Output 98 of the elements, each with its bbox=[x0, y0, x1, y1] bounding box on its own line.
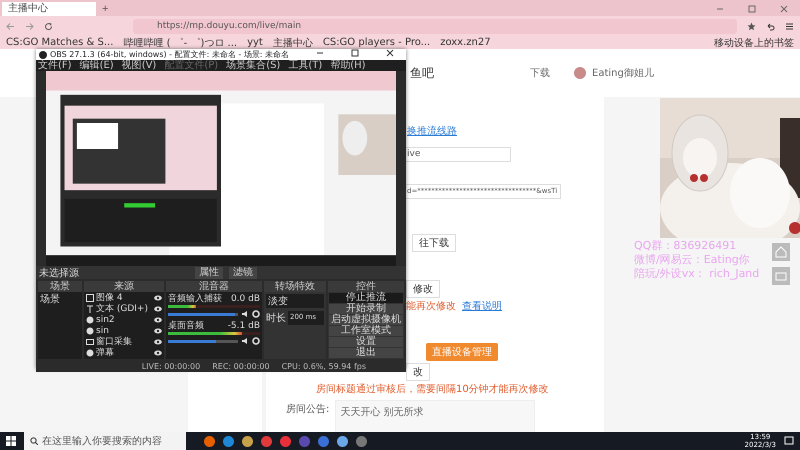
dock-title: 混音器 bbox=[166, 281, 262, 292]
overlay-text: QQ群：836926491 bbox=[634, 239, 738, 253]
undo-icon[interactable] bbox=[766, 22, 775, 30]
bookmark-link[interactable]: 主播中心 bbox=[272, 36, 313, 50]
source-item[interactable]: 窗口采集 bbox=[84, 336, 164, 347]
bookmark-link[interactable]: yyt bbox=[247, 37, 263, 48]
status-text: LIVE: 00:00:00 bbox=[142, 361, 200, 372]
menu-icon[interactable] bbox=[785, 22, 794, 30]
eye-icon[interactable] bbox=[154, 294, 162, 300]
control-button[interactable]: 开始录制 bbox=[329, 304, 403, 314]
menu-item[interactable]: 编辑(E) bbox=[80, 60, 114, 71]
address-bar[interactable]: https://mp.douyu.com/live/main bbox=[133, 18, 737, 34]
user-name[interactable]: Eating御姐儿 bbox=[592, 66, 654, 80]
speaker-icon[interactable] bbox=[241, 310, 249, 318]
settings-icon[interactable] bbox=[252, 310, 260, 318]
app-icon[interactable] bbox=[261, 436, 272, 446]
screen-icon bbox=[775, 270, 787, 282]
app-icon[interactable] bbox=[318, 436, 329, 446]
bookmark-link[interactable]: zoxx.zn27 bbox=[440, 37, 491, 48]
route-link[interactable]: 换推流线路 bbox=[407, 124, 457, 138]
eye-icon[interactable] bbox=[154, 350, 162, 356]
image-icon bbox=[86, 294, 94, 302]
app-icon[interactable] bbox=[280, 436, 291, 446]
source-item[interactable]: 图像 4 bbox=[84, 292, 164, 303]
text-icon bbox=[86, 304, 94, 312]
menu-item[interactable]: 视图(V) bbox=[122, 60, 156, 71]
avatar-icon[interactable] bbox=[574, 67, 586, 79]
app-icon[interactable] bbox=[204, 436, 215, 446]
start-icon[interactable] bbox=[6, 436, 16, 446]
eye-icon[interactable] bbox=[154, 338, 162, 344]
app-icon[interactable] bbox=[356, 436, 367, 446]
no-source-label: 未选择源 bbox=[39, 266, 79, 280]
menu-item[interactable]: 工具(T) bbox=[288, 60, 322, 71]
bookmark-link[interactable]: CS:GO players - Pro... bbox=[322, 37, 430, 48]
settings-icon[interactable] bbox=[252, 337, 260, 345]
filters-button[interactable]: 滤镜 bbox=[229, 266, 257, 278]
source-item[interactable]: 文本 (GDI+) bbox=[84, 303, 164, 314]
maximize-icon[interactable] bbox=[351, 49, 359, 57]
bookmark-link[interactable]: 哔哩哔哩 ( ゜- ゜)つロ ... bbox=[123, 36, 238, 50]
dock-title: 来源 bbox=[84, 281, 164, 292]
nav-link[interactable]: 鱼吧 bbox=[410, 64, 434, 82]
control-button[interactable]: 工作室模式 bbox=[329, 326, 403, 336]
announcement-label: 房间公告: bbox=[286, 402, 330, 416]
edit-button[interactable]: 改 bbox=[406, 363, 430, 381]
dock-title: 转场特效 bbox=[264, 281, 326, 292]
channel-reading: 0.0 dB bbox=[230, 294, 260, 305]
download-button[interactable]: 往下载 bbox=[412, 234, 456, 252]
menu-item[interactable]: 文件(F) bbox=[38, 60, 72, 71]
star-icon[interactable] bbox=[747, 22, 756, 30]
menu-item[interactable]: 场景集合(S) bbox=[226, 60, 280, 71]
close-icon[interactable] bbox=[386, 49, 394, 57]
dock-title: 控件 bbox=[328, 281, 404, 292]
overlay-text: 微博/网易云：Eating你 bbox=[634, 253, 751, 267]
channel-reading: -5.1 dB bbox=[228, 321, 260, 332]
window-icon bbox=[86, 338, 94, 346]
window-title: OBS 27.1.3 (64-bit, windows) - 配置文件: 未命名 - 场景: 未命名 bbox=[50, 49, 290, 60]
announcement-field[interactable]: 天天开心 别无所求 bbox=[335, 400, 536, 432]
control-button[interactable]: 退出 bbox=[329, 348, 403, 358]
eye-icon[interactable] bbox=[154, 328, 162, 334]
properties-button[interactable]: 属性 bbox=[195, 266, 223, 278]
title-notice: 房间标题通过审核后，需要间隔10分钟才能再次修改 bbox=[316, 382, 549, 396]
browser-tab[interactable]: 主播中心 bbox=[2, 2, 96, 16]
status-text: REC: 00:00:00 bbox=[212, 361, 270, 372]
control-button[interactable]: 停止推流 bbox=[329, 293, 403, 303]
scene-item[interactable]: 场景 bbox=[38, 292, 82, 306]
duration-label: 时长 bbox=[266, 312, 286, 325]
home-icon bbox=[775, 246, 787, 258]
eye-icon[interactable] bbox=[154, 316, 162, 322]
control-button[interactable]: 设置 bbox=[329, 337, 403, 347]
source-item[interactable]: sin bbox=[84, 325, 164, 336]
eye-icon[interactable] bbox=[154, 306, 162, 312]
source-item[interactable]: 弹幕 bbox=[84, 347, 164, 358]
volume-slider[interactable] bbox=[168, 312, 238, 316]
download-link[interactable]: 下载 bbox=[530, 66, 550, 80]
source-item[interactable]: sin2 bbox=[84, 314, 164, 325]
menu-item[interactable]: 帮助(H) bbox=[330, 60, 366, 71]
channel-name: 音频输入捕获 bbox=[168, 294, 222, 305]
control-button[interactable]: 启动虚拟摄像机 bbox=[329, 315, 403, 325]
mobile-bookmarks-link[interactable]: 移动设备上的书签 bbox=[714, 36, 794, 50]
help-link[interactable]: 查看说明 bbox=[462, 299, 502, 313]
dock-title: 场景 bbox=[38, 281, 82, 292]
status-text: CPU: 0.6%, 59.94 fps bbox=[282, 361, 366, 372]
search-icon bbox=[30, 437, 38, 445]
volume-slider[interactable] bbox=[168, 340, 238, 342]
app-icon[interactable] bbox=[223, 436, 234, 446]
edit-button[interactable]: 修改 bbox=[406, 280, 440, 298]
bookmark-link[interactable]: CS:GO Matches & S... bbox=[6, 37, 114, 48]
overlay-text: 陪玩/外设vx： rich_Jand bbox=[634, 267, 760, 281]
edit-notice: 能再次修改 bbox=[406, 300, 456, 313]
new-tab-button[interactable]: + bbox=[96, 2, 114, 16]
app-icon[interactable] bbox=[242, 436, 253, 446]
app-icon[interactable] bbox=[337, 436, 348, 446]
channel-name: 桌面音频 bbox=[168, 321, 204, 332]
server-field[interactable]: ive bbox=[403, 147, 511, 162]
notification-icon[interactable] bbox=[784, 436, 794, 446]
transition-dropdown[interactable]: 淡变 bbox=[266, 294, 324, 308]
reload-icon[interactable] bbox=[44, 22, 53, 30]
speaker-icon[interactable] bbox=[241, 337, 249, 345]
